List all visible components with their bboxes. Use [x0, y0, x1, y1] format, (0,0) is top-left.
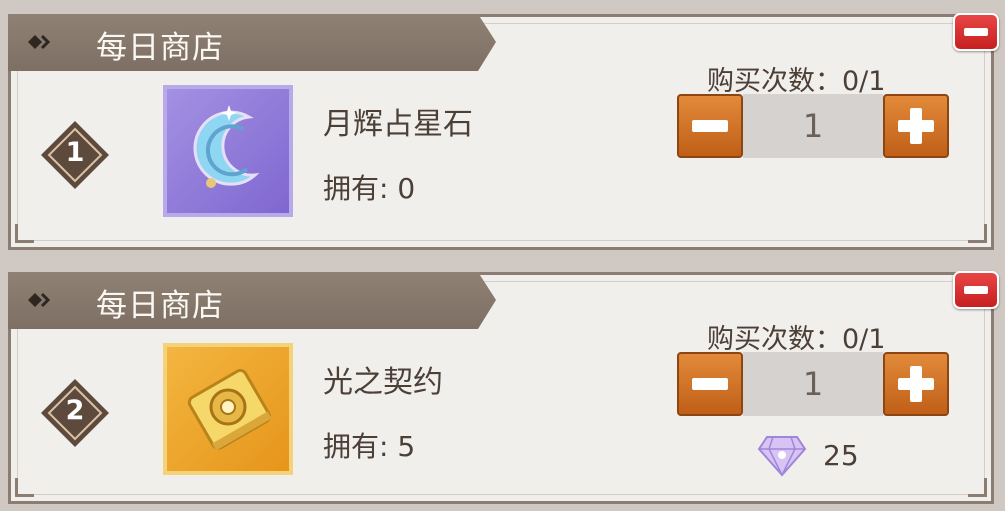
decrease-button[interactable] — [677, 94, 743, 158]
item-icon-frame[interactable] — [163, 85, 293, 217]
arrow-diamond-icon — [28, 34, 51, 50]
item-icon-frame[interactable] — [163, 343, 293, 475]
quantity-value[interactable]: 1 — [743, 352, 883, 416]
increase-button[interactable] — [883, 352, 949, 416]
corner-ornament — [968, 224, 987, 243]
shop-item-card: 每日商店 1 月辉占星石 拥有: 0 购买次数：0/1 1 — [8, 13, 999, 250]
decrease-button[interactable] — [677, 352, 743, 416]
golden-contract-icon — [187, 368, 272, 451]
owned-count: 拥有: 5 — [323, 430, 416, 463]
corner-ornament — [15, 224, 34, 243]
quantity-stepper: 1 — [677, 94, 949, 158]
quantity-value[interactable]: 1 — [743, 94, 883, 158]
minus-icon — [692, 120, 728, 132]
shop-item-card: 每日商店 2 光之契约 拥有: 5 购买次数：0/1 1 25 — [8, 271, 999, 504]
diamond-icon — [757, 436, 807, 477]
owned-count: 拥有: 0 — [323, 172, 416, 205]
banner-title: 每日商店 — [96, 288, 224, 324]
moon-stone-icon — [193, 105, 260, 188]
banner-title: 每日商店 — [96, 30, 224, 66]
increase-button[interactable] — [883, 94, 949, 158]
corner-ornament — [968, 478, 987, 497]
purchase-limit: 购买次数：0/1 — [707, 324, 886, 355]
card-banner: 每日商店 — [8, 272, 496, 329]
arrow-diamond-icon — [28, 292, 51, 308]
quantity-stepper: 1 — [677, 352, 949, 416]
card-banner: 每日商店 — [8, 14, 496, 71]
index-badge: 1 — [39, 119, 111, 191]
index-number: 1 — [65, 137, 85, 168]
index-badge: 2 — [39, 377, 111, 449]
remove-button[interactable] — [953, 13, 999, 51]
price-value: 25 — [823, 439, 859, 472]
item-name: 光之契约 — [323, 365, 443, 400]
purchase-limit: 购买次数：0/1 — [707, 66, 886, 97]
minus-icon — [692, 378, 728, 390]
item-name: 月辉占星石 — [323, 107, 473, 142]
corner-ornament — [15, 478, 34, 497]
index-number: 2 — [65, 395, 85, 426]
remove-button[interactable] — [953, 271, 999, 309]
